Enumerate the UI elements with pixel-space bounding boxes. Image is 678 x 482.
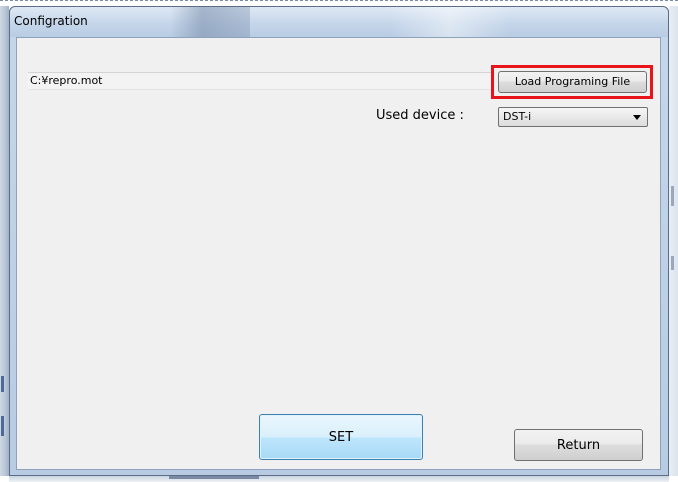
selection-edge	[0, 0, 678, 2]
background-mark	[169, 476, 259, 479]
dialog-body: C:¥repro.mot Load Programing File Used d…	[16, 37, 661, 470]
title-bar[interactable]: Configration	[10, 7, 668, 37]
background-mark	[671, 186, 674, 206]
return-button[interactable]: Return	[514, 429, 643, 461]
title-bar-glass	[170, 7, 250, 37]
background-right-edge	[669, 6, 678, 476]
set-button[interactable]: SET	[259, 414, 423, 460]
background-bottom-edge	[9, 476, 669, 482]
background-mark	[671, 256, 674, 270]
configuration-window: Configration C:¥repro.mot Load Programin…	[9, 6, 669, 476]
screen: Configration C:¥repro.mot Load Programin…	[0, 0, 678, 482]
title-bar-glass	[390, 7, 510, 37]
file-path-field: C:¥repro.mot	[28, 72, 494, 90]
window-title: Configration	[14, 14, 88, 28]
used-device-dropdown[interactable]: DST-i	[498, 107, 648, 127]
background-mark	[1, 416, 4, 436]
used-device-value: DST-i	[503, 110, 532, 123]
background-left-edge	[0, 6, 9, 476]
used-device-label: Used device :	[376, 108, 464, 123]
dropdown-arrow-icon	[633, 115, 641, 120]
background-mark	[1, 376, 4, 392]
load-programming-file-button[interactable]: Load Programing File	[498, 71, 647, 93]
